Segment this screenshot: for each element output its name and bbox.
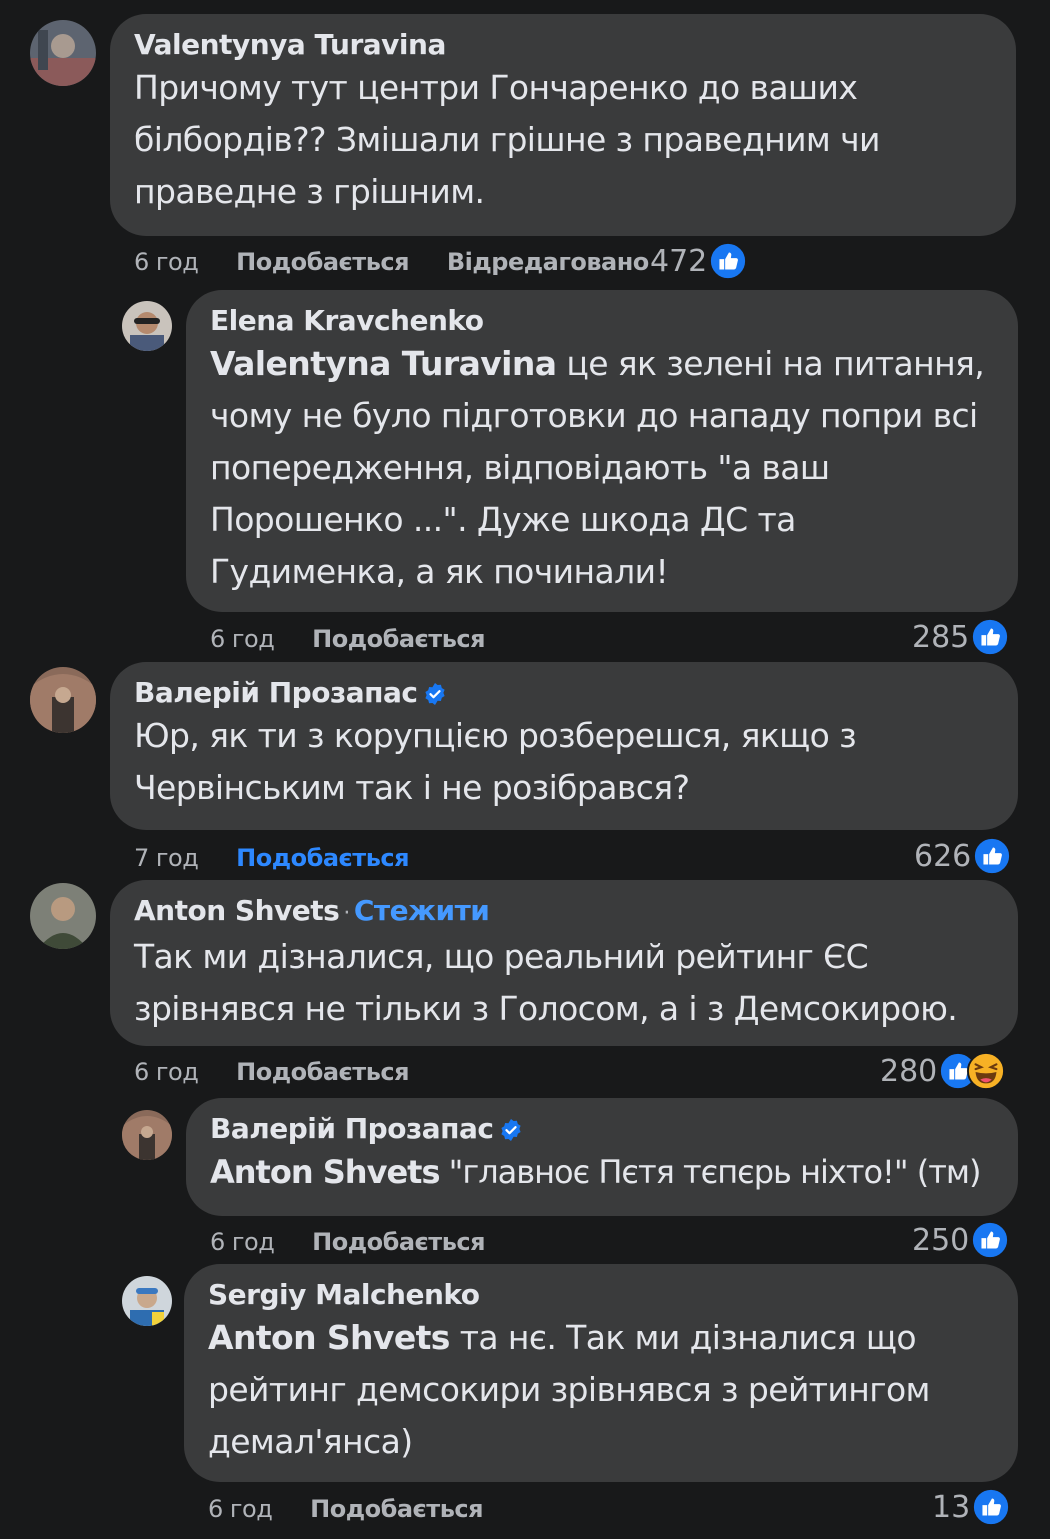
comment-body: "главноє Пєтя тєпєрь ніхто!" (тм): [439, 1153, 982, 1191]
comment-author[interactable]: Валерій Прозапас: [210, 1112, 994, 1146]
like-button[interactable]: Подобається: [312, 625, 485, 653]
like-button[interactable]: Подобається: [312, 1228, 485, 1256]
like-icon: [972, 1488, 1011, 1526]
like-button[interactable]: Подобається: [236, 844, 409, 872]
avatar[interactable]: [122, 1110, 172, 1160]
comment-actions: 6 год Подобається: [210, 1228, 515, 1256]
comment-bubble: Sergiy Malchenko Anton Shvets та нє. Так…: [184, 1264, 1018, 1482]
comment-time[interactable]: 6 год: [134, 1058, 199, 1086]
comment-actions: 6 год Подобається: [208, 1495, 513, 1523]
mention-link[interactable]: Valentyna Turavina: [210, 344, 557, 383]
like-button[interactable]: Подобається: [236, 1058, 409, 1086]
avatar[interactable]: [30, 667, 96, 733]
comment-actions: 6 год Подобається: [134, 1058, 439, 1086]
like-icon: [971, 618, 1010, 656]
avatar[interactable]: [30, 883, 96, 949]
comment-bubble: Валерій Прозапас Anton Shvets "главноє П…: [186, 1098, 1018, 1216]
reaction-count: 626: [914, 838, 972, 874]
verified-badge-icon: [499, 1116, 523, 1141]
reaction-count: 472: [650, 243, 708, 279]
mention-link[interactable]: Anton Shvets: [208, 1318, 450, 1357]
like-icon: [973, 837, 1012, 875]
comment-time[interactable]: 6 год: [210, 625, 275, 653]
comment-bubble: Valentynya Turavina Причому тут центри Г…: [110, 14, 1016, 236]
verified-badge-icon: [423, 680, 447, 705]
comment-actions: 6 год Подобається Відредаговано: [134, 248, 679, 276]
avatar[interactable]: [122, 1276, 172, 1326]
like-icon: [971, 1221, 1010, 1259]
reaction-count: 250: [912, 1222, 970, 1258]
comment-actions: 6 год Подобається: [210, 625, 515, 653]
like-button[interactable]: Подобається: [310, 1495, 483, 1523]
comment-text: Anton Shvets "главноє Пєтя тєпєрь ніхто!…: [210, 1146, 994, 1198]
comment-actions: 7 год Подобається: [134, 844, 439, 872]
comment-time[interactable]: 6 год: [210, 1228, 275, 1256]
reaction-summary[interactable]: 626: [914, 837, 1012, 875]
avatar[interactable]: [30, 20, 96, 86]
comment-bubble: Elena Kravchenko Valentyna Turavina це я…: [186, 290, 1018, 612]
reaction-summary[interactable]: 13: [932, 1488, 1011, 1526]
like-button[interactable]: Подобається: [236, 248, 409, 276]
edited-label[interactable]: Відредаговано: [447, 248, 649, 276]
like-icon: [709, 242, 748, 280]
reaction-count: 285: [912, 619, 970, 655]
comment-time[interactable]: 6 год: [208, 1495, 273, 1523]
comment-time[interactable]: 6 год: [134, 248, 199, 276]
reaction-summary[interactable]: 280: [880, 1052, 1006, 1090]
reaction-summary[interactable]: 250: [912, 1221, 1010, 1259]
comment-author[interactable]: Валерій Прозапас: [134, 676, 994, 710]
comment-text: Valentyna Turavina це як зелені на питан…: [210, 338, 994, 598]
comment-text: Юр, як ти з корупцією розберешся, якщо з…: [134, 716, 857, 807]
comment-author[interactable]: Valentynya Turavina: [134, 28, 992, 62]
reaction-count: 13: [932, 1489, 971, 1525]
reaction-summary[interactable]: 472: [650, 242, 748, 280]
comment-time[interactable]: 7 год: [134, 844, 199, 872]
comment-text: Причому тут центри Гончаренко до ваших б…: [134, 68, 880, 211]
haha-icon: [967, 1052, 1006, 1090]
comment-author[interactable]: Sergiy Malchenko: [208, 1278, 994, 1312]
comment-author: Anton Shvets · Стежити: [134, 894, 490, 927]
reaction-count: 280: [880, 1053, 938, 1089]
reaction-summary[interactable]: 285: [912, 618, 1010, 656]
comment-author[interactable]: Elena Kravchenko: [210, 304, 994, 338]
mention-link[interactable]: Anton Shvets: [210, 1153, 440, 1191]
comment-text: Так ми дізналися, що реальний рейтинг ЄС…: [134, 937, 958, 1028]
comment-bubble: Anton Shvets · Стежити Так ми дізналися, щ…: [110, 880, 1018, 1046]
comment-bubble: Валерій Прозапас Юр, як ти з корупцією р…: [110, 662, 1018, 830]
avatar[interactable]: [122, 301, 172, 351]
author-name[interactable]: Anton Shvets: [134, 894, 340, 927]
comment-text: Anton Shvets та нє. Так ми дізналися що …: [208, 1312, 994, 1468]
follow-button[interactable]: Стежити: [354, 894, 490, 927]
